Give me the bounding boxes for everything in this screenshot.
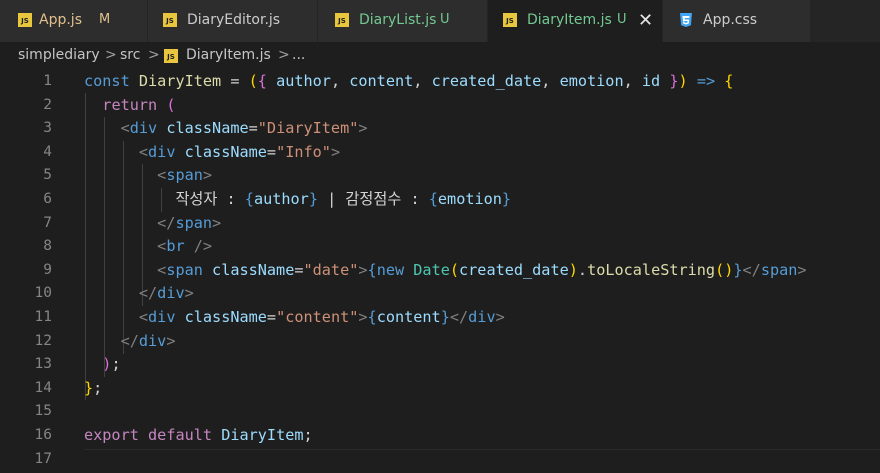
breadcrumb: simplediary > src > JS DiaryItem.js > ..…: [0, 42, 880, 70]
code-text: <div className="content">{content}</div>: [138, 308, 505, 326]
code-line: 3 <div className="DiaryItem">: [0, 117, 880, 141]
code-text: export default DiaryItem;: [84, 426, 313, 444]
breadcrumb-item-src[interactable]: src: [120, 47, 140, 63]
code-line: 12 </div>: [0, 330, 880, 354]
tab-label: DiaryList.js: [359, 12, 437, 28]
code-line: 1 const DiaryItem = ({ author, content, …: [0, 70, 880, 94]
breadcrumb-item-file[interactable]: DiaryItem.js: [186, 47, 271, 63]
code-text: <div className="DiaryItem">: [120, 119, 368, 138]
code-line: 9 <span className="date">{new Date(creat…: [0, 259, 880, 283]
breadcrumb-separator: >: [148, 47, 160, 63]
current-line-highlight: [84, 449, 880, 450]
tab-app-css[interactable]: App.css: [663, 0, 811, 42]
code-text: <span className="date">{new Date(created…: [157, 260, 807, 279]
line-number: 11: [34, 309, 52, 325]
tab-label: App.js: [39, 12, 82, 28]
tab-diary-item-js[interactable]: JS DiaryItem.js U ✕: [488, 0, 663, 42]
code-text: 작성자 : {author} | 감정점수 : {emotion}: [175, 190, 512, 208]
code-line: 17: [0, 448, 880, 472]
close-icon[interactable]: ✕: [638, 10, 653, 31]
code-line: 8 <br />: [0, 235, 880, 259]
code-text: </div>: [138, 284, 194, 303]
tab-label: DiaryItem.js: [527, 12, 612, 28]
code-line: 15: [0, 400, 880, 424]
code-line: 11 <div className="content">{content}</d…: [0, 306, 880, 330]
code-text: </div>: [120, 331, 176, 350]
breadcrumb-item-simplediary[interactable]: simplediary: [18, 47, 100, 63]
line-number: 10: [34, 285, 52, 302]
line-number: 2: [43, 96, 52, 113]
tab-diary-editor-js[interactable]: JS DiaryEditor.js: [148, 0, 318, 42]
line-number: 7: [43, 214, 52, 231]
code-editor[interactable]: 1 const DiaryItem = ({ author, content, …: [0, 70, 880, 473]
code-line: 14 };: [0, 377, 880, 401]
code-text: const DiaryItem = ({ author, content, cr…: [84, 72, 734, 90]
line-number: 1: [43, 73, 52, 89]
line-number: 17: [34, 450, 52, 467]
line-number: 8: [43, 238, 52, 255]
code-line: 2 return (: [0, 94, 880, 118]
css-icon: [680, 13, 692, 27]
line-number: 14: [34, 379, 52, 396]
code-text: <span>: [157, 166, 213, 185]
code-line: 5 <span>: [0, 164, 880, 188]
code-text: };: [84, 378, 103, 397]
code-text: );: [102, 355, 121, 374]
untracked-status: U: [440, 12, 450, 27]
js-icon: JS: [164, 49, 178, 63]
untracked-status: U: [617, 12, 627, 27]
code-line: 13 );: [0, 353, 880, 377]
line-number: 12: [34, 332, 52, 349]
modified-status: M: [99, 12, 111, 27]
js-icon: JS: [335, 13, 349, 27]
js-icon: JS: [18, 13, 32, 27]
tab-label: App.css: [703, 12, 758, 28]
line-number: 16: [34, 427, 52, 443]
breadcrumb-separator: >: [105, 47, 117, 63]
line-number: 13: [34, 356, 52, 373]
line-number: 15: [34, 403, 52, 420]
code-text: <br />: [157, 237, 213, 256]
code-line: 10 </div>: [0, 282, 880, 306]
code-line: 7 </span>: [0, 212, 880, 236]
code-text: </span>: [157, 213, 222, 232]
code-line: 4 <div className="Info">: [0, 141, 880, 165]
tab-app-js[interactable]: JS App.js M: [0, 0, 148, 42]
line-number: 9: [43, 261, 52, 278]
tab-label: DiaryEditor.js: [187, 12, 281, 28]
tab-diary-list-js[interactable]: JS DiaryList.js U: [318, 0, 488, 42]
editor-tab-bar: JS App.js M JS DiaryEditor.js JS DiaryLi…: [0, 0, 880, 42]
code-line: 16 export default DiaryItem;: [0, 424, 880, 448]
code-line: 6 작성자 : {author} | 감정점수 : {emotion}: [0, 188, 880, 212]
breadcrumb-separator: >: [278, 47, 290, 63]
js-icon: JS: [503, 13, 517, 27]
line-number: 3: [43, 120, 52, 137]
breadcrumb-item-more[interactable]: ...: [292, 47, 305, 63]
line-number: 6: [43, 191, 52, 207]
code-text: return (: [102, 95, 176, 114]
line-number: 5: [43, 167, 52, 184]
code-text: <div className="Info">: [138, 142, 341, 161]
js-icon: JS: [163, 13, 177, 27]
line-number: 4: [43, 143, 52, 160]
